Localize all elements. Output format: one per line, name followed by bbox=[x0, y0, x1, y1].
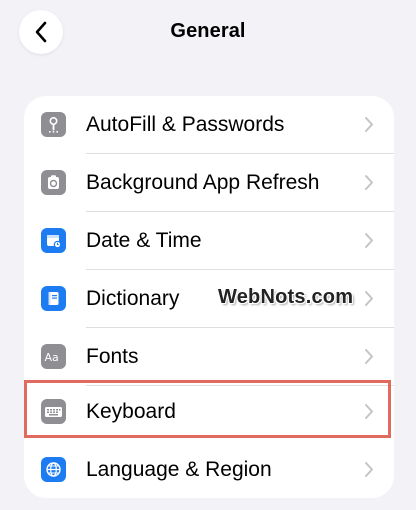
fonts-icon: Aa bbox=[41, 344, 66, 369]
row-label: Dictionary bbox=[86, 287, 180, 310]
chevron-right-icon bbox=[364, 232, 374, 249]
key-icon bbox=[41, 112, 66, 137]
background-app-refresh-row[interactable]: Background App Refresh bbox=[24, 154, 394, 211]
settings-list: AutoFill & Passwords Background App Refr… bbox=[24, 96, 394, 498]
chevron-right-icon bbox=[364, 174, 374, 191]
language-region-row[interactable]: Language & Region bbox=[24, 441, 394, 498]
date-time-row[interactable]: Date & Time bbox=[24, 212, 394, 269]
row-label: Language & Region bbox=[86, 458, 272, 481]
calendar-clock-icon bbox=[41, 228, 66, 253]
fonts-row[interactable]: Aa Fonts bbox=[24, 328, 394, 385]
autofill-passwords-row[interactable]: AutoFill & Passwords bbox=[24, 96, 394, 153]
row-label: Keyboard bbox=[86, 400, 176, 423]
svg-text:Aa: Aa bbox=[45, 351, 59, 364]
row-label: Background App Refresh bbox=[86, 171, 320, 194]
keyboard-icon bbox=[41, 399, 66, 424]
keyboard-row[interactable]: Keyboard bbox=[24, 383, 394, 440]
chevron-right-icon bbox=[364, 290, 374, 307]
refresh-icon bbox=[41, 170, 66, 195]
chevron-right-icon bbox=[364, 348, 374, 365]
dictionary-row[interactable]: Dictionary bbox=[24, 270, 394, 327]
row-label: Date & Time bbox=[86, 229, 202, 252]
chevron-right-icon bbox=[364, 461, 374, 478]
navigation-bar: General bbox=[0, 0, 416, 64]
chevron-right-icon bbox=[364, 116, 374, 133]
globe-icon bbox=[41, 457, 66, 482]
chevron-right-icon bbox=[364, 403, 374, 420]
book-icon bbox=[41, 286, 66, 311]
row-label: Fonts bbox=[86, 345, 139, 368]
page-title: General bbox=[170, 20, 246, 42]
row-label: AutoFill & Passwords bbox=[86, 113, 285, 136]
